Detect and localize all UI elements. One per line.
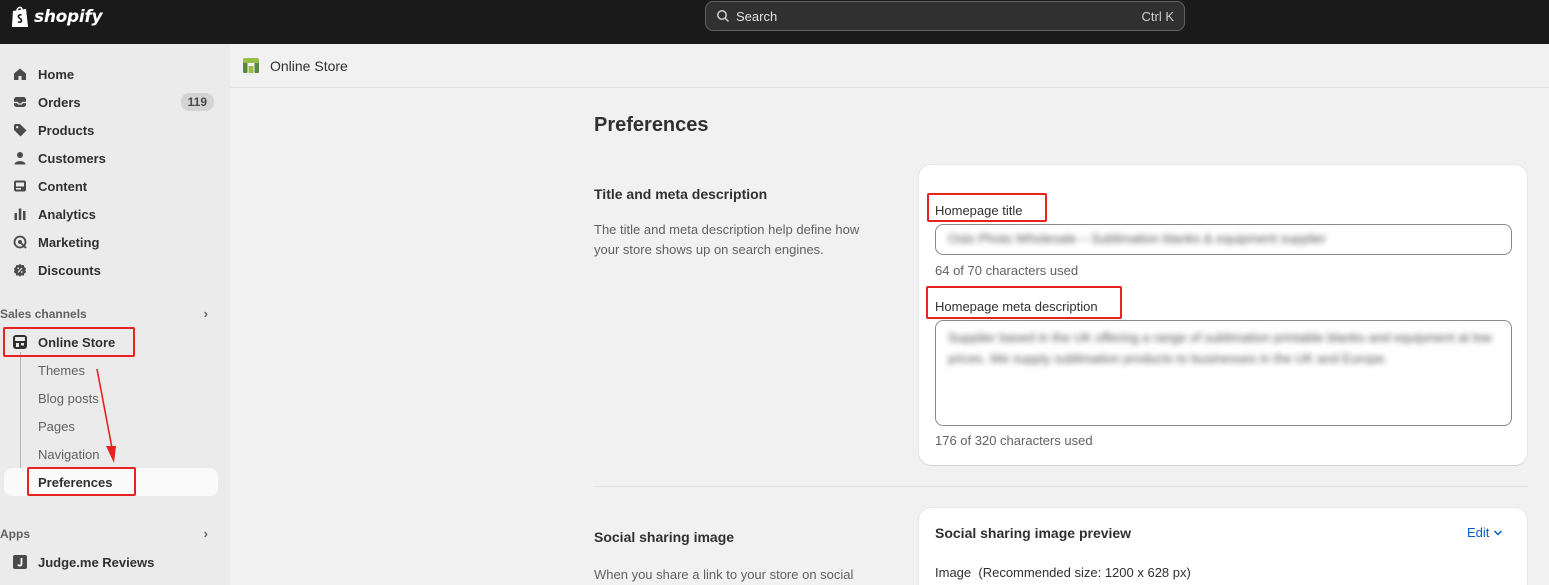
annotation-arrow [96, 368, 116, 463]
